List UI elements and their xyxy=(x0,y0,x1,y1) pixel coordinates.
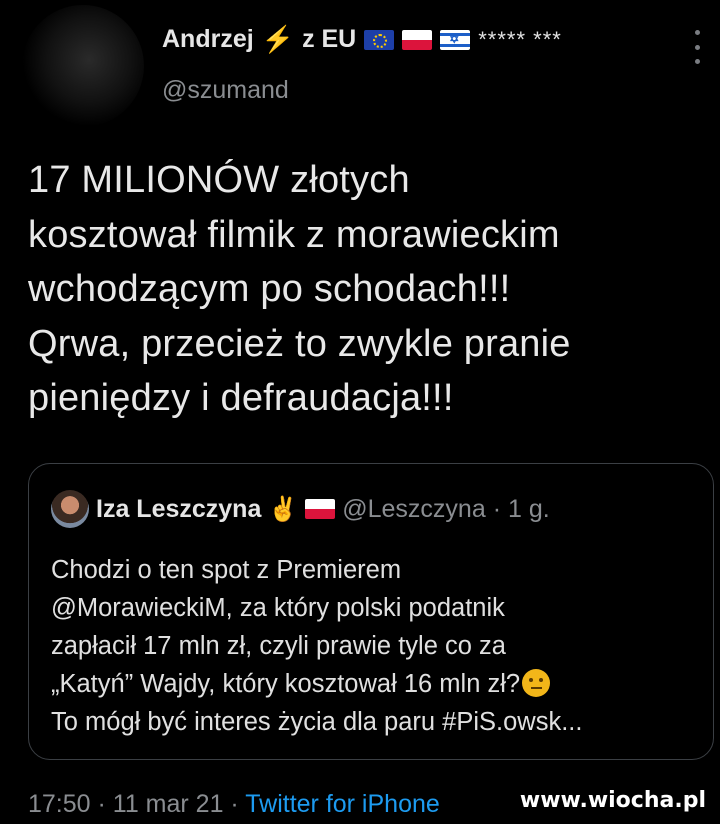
poland-flag-icon xyxy=(402,29,433,50)
author-name-row[interactable]: Andrzej ⚡ z EU ***** *** xyxy=(162,24,562,55)
tweet-source-link[interactable]: Twitter for iPhone xyxy=(245,790,440,818)
author-handle[interactable]: @szumand xyxy=(162,76,289,105)
quoted-tweet[interactable]: Iza Leszczyna ✌ @Leszczyna · 1 g. Chodzi… xyxy=(28,463,714,760)
author-name[interactable]: Andrzej xyxy=(162,25,254,54)
author-stars: ***** *** xyxy=(478,26,562,52)
eu-flag-icon xyxy=(364,29,395,50)
quoted-tweet-time: · 1 g. xyxy=(492,494,550,523)
watermark: www.wiocha.pl xyxy=(519,788,706,813)
tweet-text: 17 MILIONÓW złotych kosztował filmik z m… xyxy=(28,159,571,419)
quoted-author-name: Iza Leszczyna xyxy=(96,494,262,523)
quoted-tweet-text-end: To mógł być interes życia dla paru #PiS.… xyxy=(51,708,583,736)
victory-hand-icon: ✌ xyxy=(268,495,299,523)
quoted-tweet-text: Chodzi o ten spot z Premierem @Morawieck… xyxy=(51,551,701,741)
tweet-meta: 17:50 · 11 mar 21 · Twitter for iPhone xyxy=(28,790,440,819)
author-name-suffix: z EU xyxy=(302,25,357,53)
poland-flag-icon xyxy=(305,499,336,519)
quoted-author-handle: @Leszczyna xyxy=(342,494,486,523)
author-avatar[interactable] xyxy=(22,5,144,127)
israel-flag-icon xyxy=(440,29,471,50)
tweet-header: Andrzej ⚡ z EU ***** *** @szumand xyxy=(0,0,720,130)
lightning-icon: ⚡ xyxy=(261,24,295,54)
quoted-tweet-header: Iza Leszczyna ✌ @Leszczyna · 1 g. xyxy=(51,490,550,528)
quoted-author-avatar xyxy=(51,490,89,528)
more-options-icon[interactable] xyxy=(690,30,704,64)
quoted-tweet-text-main: Chodzi o ten spot z Premierem @Morawieck… xyxy=(51,556,521,698)
tweet-timestamp[interactable]: 17:50 · 11 mar 21 · xyxy=(28,790,245,818)
thinking-face-icon xyxy=(522,669,551,697)
